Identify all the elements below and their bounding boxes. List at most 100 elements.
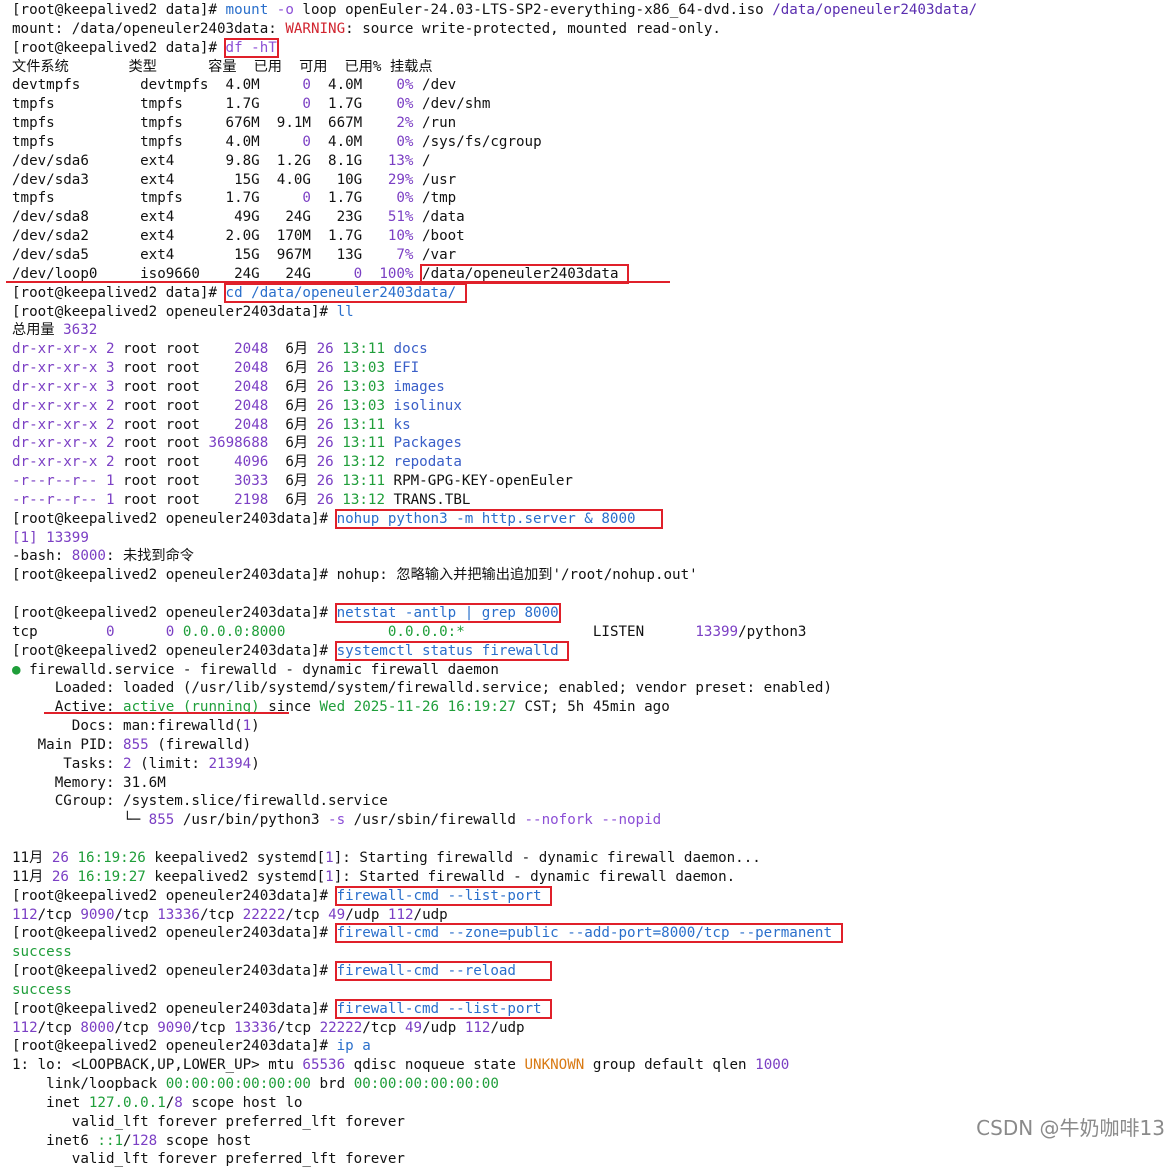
terminal-text: 9090 xyxy=(80,906,115,923)
terminal-text: 26 xyxy=(316,473,334,490)
terminal-text: /udp xyxy=(422,1019,465,1036)
terminal-text: [root@keepalived2 data]# xyxy=(12,39,226,56)
terminal-line: tmpfs tmpfs 676M 9.1M 667M 2% /run xyxy=(12,114,1173,133)
terminal-text: 6月 xyxy=(268,491,317,508)
terminal-text: 13:03 xyxy=(342,360,385,377)
terminal-text: 2% xyxy=(396,115,414,132)
terminal-line: dr-xr-xr-x 2 root root 2048 6月 26 13:03 … xyxy=(12,397,1173,416)
terminal-text: 0% xyxy=(396,77,414,94)
terminal-text: dr-xr-xr-x xyxy=(12,397,98,414)
terminal-text: 65536 xyxy=(302,1057,346,1074)
terminal-text: 49 xyxy=(405,1019,423,1036)
terminal-text: : source write-protected, mounted read-o… xyxy=(345,20,721,37)
terminal-text: / xyxy=(123,1132,132,1149)
terminal-text: dr-xr-xr-x xyxy=(12,416,98,433)
terminal-text: dr-xr-xr-x xyxy=(12,435,98,452)
terminal-text: dr-xr-xr-x xyxy=(12,360,98,377)
terminal-text: 2 xyxy=(105,341,115,358)
terminal-line: tmpfs tmpfs 1.7G 0 1.7G 0% /dev/shm xyxy=(12,95,1173,114)
terminal-text: --nofork --nopid xyxy=(524,812,662,829)
terminal-text: 16:19:26 xyxy=(77,849,146,866)
terminal-text: /tcp xyxy=(362,1019,405,1036)
terminal-text: 10% xyxy=(387,228,414,245)
terminal-text: /sys/fs/cgroup xyxy=(413,133,542,150)
terminal-text: 1.7G xyxy=(310,190,397,207)
terminal-line: 112/tcp 9090/tcp 13336/tcp 22222/tcp 49/… xyxy=(12,906,1173,925)
terminal-text: 13:12 xyxy=(342,454,385,471)
terminal-text: inet6 xyxy=(12,1132,98,1149)
terminal-text: 29% xyxy=(387,171,414,188)
terminal-line: dr-xr-xr-x 3 root root 2048 6月 26 13:03 … xyxy=(12,359,1173,378)
terminal-text: /tcp xyxy=(285,906,329,923)
terminal-text: 0 xyxy=(302,96,311,113)
terminal-text: Tasks: xyxy=(12,755,124,772)
terminal-text: 0 xyxy=(302,133,311,150)
terminal-text: 0 xyxy=(353,265,363,282)
terminal-text: 855 xyxy=(123,736,149,753)
terminal-text: 00:00:00:00:00:00 xyxy=(165,1076,311,1093)
terminal-text: 13336 xyxy=(234,1019,277,1036)
terminal-text: 26 xyxy=(316,341,334,358)
terminal-text: -r--r--r-- xyxy=(12,473,98,490)
df-loop-underline xyxy=(6,281,670,283)
terminal-text: 8000 xyxy=(71,548,106,565)
terminal-text: /tcp xyxy=(199,906,243,923)
terminal-line: tcp 0 0 0.0.0.0:8000 0.0.0.0:* LISTEN 13… xyxy=(12,623,1173,642)
terminal-text: tmpfs tmpfs 1.7G xyxy=(12,190,303,207)
terminal-text: isolinux xyxy=(393,397,462,414)
terminal-line: Tasks: 2 (limit: 21394) xyxy=(12,755,1173,774)
terminal-text: [root@keepalived2 openeuler2403data]# xyxy=(12,887,337,904)
terminal-line: [root@keepalived2 openeuler2403data]# sy… xyxy=(12,640,1173,661)
terminal-text: 13:03 xyxy=(342,378,385,395)
terminal-text: 2048 xyxy=(234,416,269,433)
terminal-text: dr-xr-xr-x xyxy=(12,341,98,358)
terminal-text: TRANS.TBL xyxy=(385,491,471,508)
terminal-line: -r--r--r-- 1 root root 2198 6月 26 13:12 … xyxy=(12,491,1173,510)
terminal-text: 112 xyxy=(387,906,414,923)
terminal-text: scope host xyxy=(157,1132,252,1149)
terminal-text: WARNING xyxy=(285,20,346,37)
terminal-text: 8 xyxy=(174,1094,183,1111)
terminal-text: 2198 xyxy=(234,491,269,508)
terminal-text: 112 xyxy=(464,1019,491,1036)
terminal-text: 00:00:00:00:00:00 xyxy=(353,1076,499,1093)
terminal-line: dr-xr-xr-x 2 root root 4096 6月 26 13:12 … xyxy=(12,453,1173,472)
terminal-text: /udp xyxy=(413,906,448,923)
terminal-line: Loaded: loaded (/usr/lib/systemd/system/… xyxy=(12,679,1173,698)
terminal-line: CGroup: /system.slice/firewalld.service xyxy=(12,792,1173,811)
terminal-line: [root@keepalived2 openeuler2403data]# ne… xyxy=(12,603,1173,623)
terminal-text: [root@keepalived2 openeuler2403data]# xyxy=(12,605,337,621)
terminal-text: tmpfs tmpfs 4.0M xyxy=(12,133,303,150)
highlighted-command: cd /data/openeuler2403data/ xyxy=(223,282,467,303)
terminal-text: /dev/sda2 ext4 2.0G 170M 1.7G xyxy=(12,228,388,245)
terminal-text: root root xyxy=(114,491,235,508)
terminal-line: 文件系统 类型 容量 已用 可用 已用% 挂载点 xyxy=(12,58,1173,77)
terminal-text: Packages xyxy=(393,435,462,452)
terminal-text: /udp xyxy=(345,906,388,923)
terminal-text: 13336 xyxy=(157,906,200,923)
terminal-text: Memory: 31.6M xyxy=(12,774,166,791)
terminal-text: [root@keepalived2 data]# xyxy=(12,284,226,301)
highlighted-command: nohup python3 -m http.server & 8000 xyxy=(334,508,664,529)
highlighted-command: df -hT xyxy=(223,37,279,58)
terminal-line: [root@keepalived2 openeuler2403data]# fi… xyxy=(12,961,1173,982)
terminal-line: dr-xr-xr-x 2 root root 2048 6月 26 13:11 … xyxy=(12,416,1173,435)
terminal-text: 2 xyxy=(105,397,115,414)
terminal-text: 6月 xyxy=(268,454,317,471)
terminal-line: [root@keepalived2 data]# cd /data/openeu… xyxy=(12,282,1173,303)
terminal-output: [root@keepalived2 data]# mount -o loop o… xyxy=(12,1,1173,1169)
terminal-text: ) xyxy=(251,718,260,735)
terminal-text: RPM-GPG-KEY-openEuler xyxy=(385,473,573,490)
terminal-text: CGroup: /system.slice/firewalld.service xyxy=(12,793,388,810)
terminal-text: /dev/sda5 ext4 15G 967M 13G xyxy=(12,246,397,263)
terminal-text: : lo: <LOOPBACK,UP,LOWER_UP> mtu xyxy=(20,1057,303,1074)
terminal-text: 6月 xyxy=(268,416,317,433)
